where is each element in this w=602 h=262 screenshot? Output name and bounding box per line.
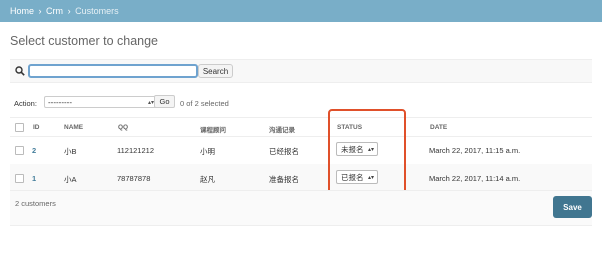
action-select[interactable]: --------- ▴▾: [44, 96, 158, 108]
row-date: March 22, 2017, 11:14 a.m.: [429, 174, 521, 183]
breadcrumb-current: Customers: [75, 6, 119, 16]
table-footer: 2 customers: [10, 190, 592, 226]
column-header-id[interactable]: ID: [33, 124, 40, 131]
go-button[interactable]: Go: [154, 95, 175, 108]
search-input[interactable]: [28, 64, 198, 78]
breadcrumb-separator: ›: [38, 6, 42, 16]
table-header: ID NAME QQ 课程顾问 沟通记录 STATUS DATE: [10, 117, 592, 137]
column-header-record[interactable]: 沟通记录: [269, 124, 295, 134]
row-id-link[interactable]: 2: [32, 146, 36, 155]
search-button[interactable]: Search: [198, 64, 233, 78]
column-header-date[interactable]: DATE: [430, 124, 447, 131]
row-consultant: 小明: [200, 147, 215, 156]
select-all-checkbox[interactable]: [15, 123, 24, 132]
row-qq: 78787878: [117, 174, 151, 183]
breadcrumb: Home › Crm › Customers: [10, 6, 119, 16]
selected-count: 0 of 2 selected: [180, 99, 229, 108]
search-icon: [15, 66, 25, 76]
result-count: 2 customers: [15, 199, 56, 208]
breadcrumb-home-link[interactable]: Home: [10, 6, 34, 16]
row-name: 小B: [64, 147, 77, 156]
save-button[interactable]: Save: [553, 196, 592, 218]
table-row: 1 小A 78787878 赵凡 准备报名 已报名 ▴▾ March 22, 2…: [10, 164, 592, 193]
action-label: Action:: [14, 99, 37, 108]
row-name: 小A: [64, 175, 77, 184]
column-header-name[interactable]: NAME: [64, 124, 83, 131]
row-checkbox[interactable]: [15, 174, 24, 183]
row-date: March 22, 2017, 11:15 a.m.: [429, 146, 521, 155]
column-header-qq[interactable]: QQ: [118, 124, 128, 131]
action-select-value: ---------: [48, 98, 72, 107]
table-row: 2 小B 112121212 小明 已经报名 未报名 ▴▾ March 22, …: [10, 136, 592, 165]
breadcrumb-separator: ›: [67, 6, 71, 16]
row-consultant: 赵凡: [200, 175, 215, 184]
breadcrumb-app-link[interactable]: Crm: [46, 6, 63, 16]
row-record: 已经报名: [269, 147, 299, 156]
row-id-link[interactable]: 1: [32, 174, 36, 183]
header-bar: Home › Crm › Customers: [0, 0, 602, 22]
row-qq: 112121212: [117, 146, 154, 155]
column-header-consultant[interactable]: 课程顾问: [200, 124, 226, 134]
row-record: 准备报名: [269, 175, 299, 184]
page-title: Select customer to change: [10, 34, 158, 48]
row-checkbox[interactable]: [15, 146, 24, 155]
search-toolbar: Search: [10, 59, 592, 83]
status-column-highlight: [328, 109, 406, 203]
